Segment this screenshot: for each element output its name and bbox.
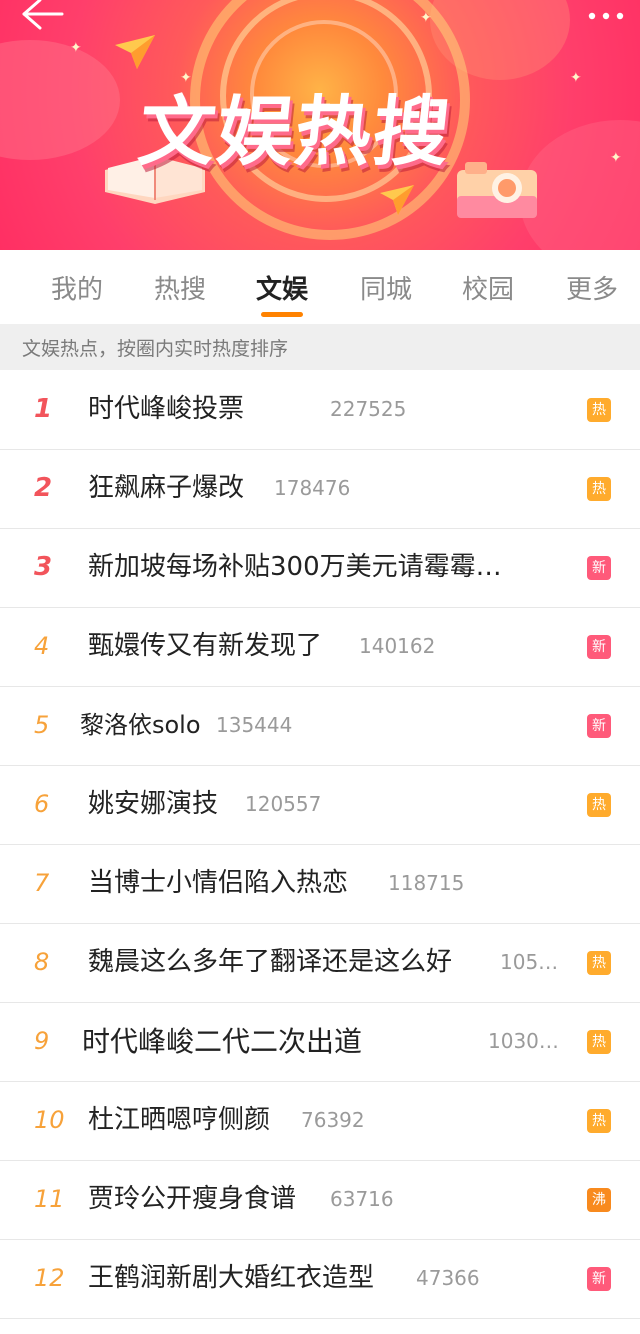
rank-number: 10 [34, 1106, 65, 1134]
hint-text: 文娱热点，按圈内实时热度排序 [22, 338, 289, 360]
keyword-text: 当博士小情侣陷入热恋 [88, 868, 349, 898]
new-badge: 新 [587, 1267, 611, 1291]
tab-campus[interactable]: 校园 [451, 250, 525, 324]
more-button[interactable] [582, 2, 630, 26]
banner-title: 文娱热搜 [135, 70, 500, 180]
keyword-text: 黎洛依solo [80, 711, 201, 739]
heat-count: 120557 [245, 792, 322, 816]
keyword-text: 新加坡每场补贴300万美元请霉霉… [88, 552, 502, 582]
paper-plane-icon [115, 35, 155, 69]
rank-number: 2 [34, 473, 53, 503]
rank-number: 3 [34, 552, 53, 582]
boil-badge: 沸 [587, 1188, 611, 1212]
tab-bar: 我的 热搜 文娱 同城 校园 更多 [0, 250, 640, 324]
active-tab-indicator [261, 312, 303, 317]
rank-number: 5 [34, 711, 50, 739]
keyword-text: 姚安娜演技 [88, 789, 219, 819]
list-item[interactable]: 11 贾玲公开瘦身食谱 63716 沸 [0, 1160, 640, 1240]
back-button[interactable] [18, 0, 66, 36]
list-item[interactable]: 8 魏晨这么多年了翻译还是这么好 105… 热 [0, 923, 640, 1003]
heat-count: 47366 [416, 1266, 480, 1290]
heat-count: 63716 [330, 1187, 394, 1211]
new-badge: 新 [587, 714, 611, 738]
sparkle-icon: ✦ [70, 40, 82, 56]
back-arrow-icon [22, 0, 64, 30]
keyword-text: 魏晨这么多年了翻译还是这么好 [88, 947, 453, 977]
rank-number: 7 [34, 869, 50, 897]
heat-count: 118715 [388, 871, 465, 895]
new-badge: 新 [587, 556, 611, 580]
heat-count: 135444 [216, 713, 293, 737]
keyword-text: 狂飙麻子爆改 [88, 473, 245, 503]
heat-count: 76392 [301, 1108, 365, 1132]
banner: ✦ ✦ ✦ ✦ ✦ 文娱热搜 [0, 0, 640, 250]
list-item[interactable]: 4 甄嬛传又有新发现了 140162 新 [0, 607, 640, 687]
keyword-text: 贾玲公开瘦身食谱 [88, 1184, 297, 1214]
list-item[interactable]: 5 黎洛依solo 135444 新 [0, 686, 640, 766]
heat-count: 140162 [359, 634, 436, 658]
tab-city[interactable]: 同城 [349, 250, 423, 324]
hot-badge: 热 [587, 477, 611, 501]
list-item[interactable]: 3 新加坡每场补贴300万美元请霉霉… 新 [0, 528, 640, 608]
more-dots-icon [588, 12, 624, 20]
heat-count: 105… [500, 950, 559, 974]
list-item[interactable]: 12 王鹤润新剧大婚红衣造型 47366 新 [0, 1239, 640, 1319]
rank-number: 8 [34, 948, 50, 976]
list-item[interactable]: 9 时代峰峻二代二次出道 1030… 热 [0, 1002, 640, 1082]
list-item[interactable]: 10 杜江晒嗯哼侧颜 76392 热 [0, 1081, 640, 1161]
keyword-text: 王鹤润新剧大婚红衣造型 [88, 1263, 375, 1293]
tab-more[interactable]: 更多 [555, 250, 629, 324]
keyword-text: 杜江晒嗯哼侧颜 [88, 1105, 271, 1135]
banner-decoration [0, 40, 120, 160]
keyword-text: 时代峰峻二代二次出道 [82, 1025, 363, 1058]
paper-plane-icon [380, 185, 414, 215]
banner-title-text: 文娱热搜 [134, 87, 456, 176]
rank-number: 12 [34, 1264, 65, 1292]
hot-badge: 热 [587, 1030, 611, 1054]
hot-badge: 热 [587, 398, 611, 422]
keyword-text: 时代峰峻投票 [88, 394, 245, 424]
sparkle-icon: ✦ [610, 150, 622, 166]
sparkle-icon: ✦ [570, 70, 582, 86]
heat-count: 227525 [330, 397, 407, 421]
heat-count: 178476 [274, 476, 351, 500]
hot-badge: 热 [587, 1109, 611, 1133]
rank-number: 11 [34, 1185, 65, 1213]
list-item[interactable]: 6 姚安娜演技 120557 热 [0, 765, 640, 845]
rank-number: 6 [34, 790, 50, 818]
rank-number: 4 [34, 632, 50, 660]
new-badge: 新 [587, 635, 611, 659]
sparkle-icon: ✦ [420, 10, 432, 26]
rank-number: 1 [34, 394, 53, 424]
list-item[interactable]: 2 狂飙麻子爆改 178476 热 [0, 449, 640, 529]
rank-number: 9 [34, 1027, 50, 1055]
hot-badge: 热 [587, 951, 611, 975]
hint-bar: 文娱热点，按圈内实时热度排序 [0, 324, 640, 370]
hot-badge: 热 [587, 793, 611, 817]
list-item[interactable]: 7 当博士小情侣陷入热恋 118715 [0, 844, 640, 924]
tab-hot-search[interactable]: 热搜 [143, 250, 217, 324]
heat-count: 1030… [488, 1029, 559, 1053]
keyword-text: 甄嬛传又有新发现了 [88, 631, 323, 661]
tab-mine[interactable]: 我的 [40, 250, 114, 324]
list-item[interactable]: 1 时代峰峻投票 227525 热 [0, 370, 640, 450]
